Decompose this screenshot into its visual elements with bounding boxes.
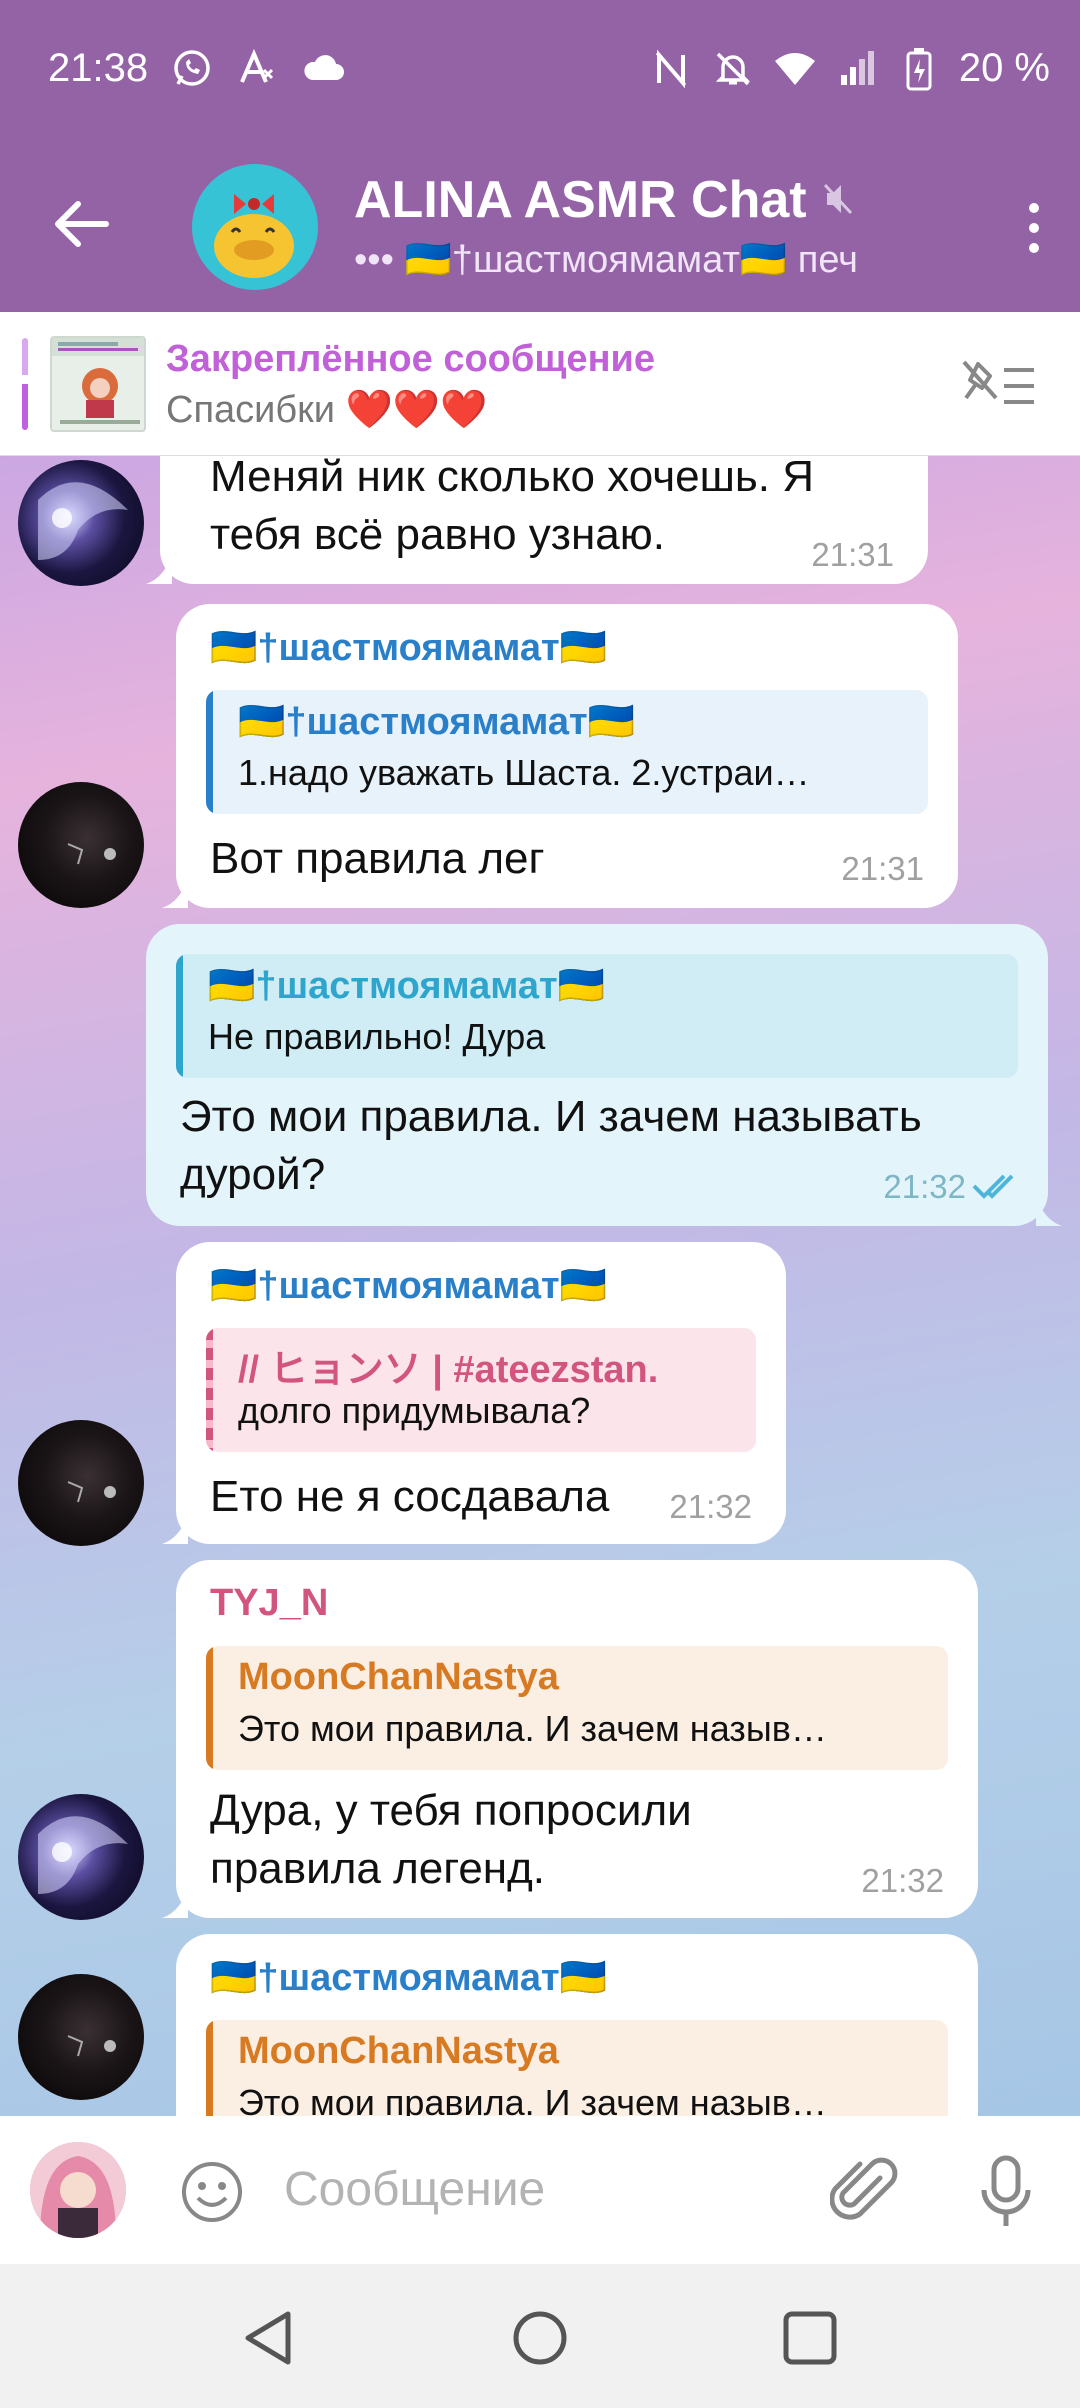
- sender-name[interactable]: 🇺🇦†шастмоямамат🇺🇦: [210, 626, 607, 670]
- reply-text: Это мои правила. И зачем назыв…: [238, 2082, 827, 2116]
- microphone-icon[interactable]: [978, 2154, 1034, 2230]
- emoji-icon[interactable]: [180, 2160, 244, 2224]
- chat-title[interactable]: ALINA ASMR Chat: [354, 170, 853, 230]
- reply-text: Это мои правила. И зачем назыв…: [238, 1708, 827, 1749]
- message-time: 21:31: [811, 536, 894, 573]
- status-time: 21:38: [48, 46, 149, 90]
- chat-title-text: ALINA ASMR Chat: [354, 171, 807, 229]
- pinned-list-icon[interactable]: [960, 358, 1040, 414]
- reply-text: долго придумывала?: [238, 1390, 591, 1431]
- message-bubble[interactable]: Меняй ник сколько хочешь. Я тебя всё рав…: [146, 456, 928, 584]
- sender-avatar[interactable]: [18, 782, 144, 908]
- nfc-icon: [649, 47, 693, 91]
- mute-icon: [711, 47, 755, 91]
- message-time: 21:31: [841, 850, 924, 887]
- reply-text: 1.надо уважать Шаста. 2.устраи…: [238, 752, 810, 793]
- message-text: Ето не я сосдавала: [210, 1472, 610, 1521]
- message-time: 21:32: [861, 1862, 944, 1899]
- message-bubble[interactable]: 🇺🇦†шастмоямамат🇺🇦 MoonChanNastya Это мои…: [176, 1934, 978, 2116]
- attach-icon[interactable]: [829, 2156, 900, 2226]
- bubble-tail: [162, 1888, 188, 1918]
- reply-name: MoonChanNastya: [238, 2030, 559, 2072]
- reply-name: 🇺🇦†шастмоямамат🇺🇦: [208, 965, 605, 1007]
- pinned-thumbnail: [50, 336, 146, 432]
- status-bar: 21:38 20 %: [0, 40, 1080, 104]
- message-text: Дура, у тебя попросили правила легенд.: [210, 1786, 692, 1893]
- bubble-tail: [146, 554, 172, 584]
- reply-name: MoonChanNastya: [238, 1656, 559, 1698]
- back-arrow-icon[interactable]: [50, 192, 114, 256]
- chat-typing-status: ••• 🇺🇦†шастмоямамат🇺🇦 печ: [354, 239, 858, 281]
- translate-icon: [236, 46, 280, 90]
- chat-history[interactable]: Меняй ник сколько хочешь. Я тебя всё рав…: [0, 456, 1080, 2116]
- nav-recents-icon[interactable]: [780, 2308, 840, 2368]
- reply-text: Не правильно! Дура: [208, 1016, 546, 1057]
- pinned-text: Спасибки ❤️❤️❤️: [166, 389, 488, 431]
- pinned-message-bar[interactable]: Закреплённое сообщение Спасибки ❤️❤️❤️: [0, 312, 1080, 456]
- sender-avatar[interactable]: [18, 1974, 144, 2100]
- whatsapp-icon: [170, 46, 214, 90]
- bubble-tail: [1036, 1196, 1062, 1226]
- chat-avatar[interactable]: [192, 164, 318, 290]
- reply-preview[interactable]: 🇺🇦†шастмоямамат🇺🇦 Не правильно! Дура: [176, 954, 1018, 1078]
- outgoing-message-bubble[interactable]: 🇺🇦†шастмоямамат🇺🇦 Не правильно! Дура Это…: [146, 924, 1062, 1226]
- message-input[interactable]: Сообщение: [284, 2162, 545, 2217]
- send-as-avatar[interactable]: [30, 2142, 126, 2238]
- reply-preview[interactable]: 🇺🇦†шастмоямамат🇺🇦 1.надо уважать Шаста. …: [206, 690, 928, 814]
- message-time: 21:32: [883, 1168, 966, 1205]
- cloud-icon: [302, 46, 346, 90]
- signal-icon: [835, 47, 879, 91]
- pinned-title: Закреплённое сообщение: [166, 338, 656, 380]
- message-bubble[interactable]: 🇺🇦†шастмоямамат🇺🇦 // ヒョンソ | #ateezstan. …: [162, 1242, 786, 1544]
- pinned-indicator: [22, 338, 28, 430]
- bubble-tail: [162, 1514, 188, 1544]
- sender-avatar[interactable]: [18, 1794, 144, 1920]
- sender-avatar[interactable]: [18, 1420, 144, 1546]
- app-header: 21:38 20 % ALINA ASMR Chat ••• 🇺🇦†шастмо…: [0, 0, 1080, 312]
- message-bubble[interactable]: 🇺🇦†шастмоямамат🇺🇦 🇺🇦†шастмоямамат🇺🇦 1.на…: [162, 604, 958, 908]
- message-text: Это мои правила. И зачем называть дурой?: [180, 1092, 922, 1199]
- reply-name: // ヒョンソ | #ateezstan.: [238, 1349, 659, 1391]
- battery-percent: 20 %: [958, 46, 1050, 90]
- wifi-icon: [773, 47, 817, 91]
- message-bubble[interactable]: TYJ_N MoonChanNastya Это мои правила. И …: [162, 1560, 978, 1918]
- muted-icon: [823, 170, 853, 230]
- message-time: 21:32: [669, 1488, 752, 1525]
- reply-preview[interactable]: MoonChanNastya Это мои правила. И зачем …: [206, 2020, 948, 2116]
- nav-back-icon[interactable]: [238, 2308, 298, 2368]
- message-text: Меняй ник сколько хочешь. Я тебя всё рав…: [210, 456, 815, 559]
- battery-icon: [897, 47, 941, 91]
- reply-preview[interactable]: // ヒョンソ | #ateezstan. долго придумывала?: [206, 1328, 756, 1452]
- read-double-check-icon: [972, 1174, 1014, 1199]
- more-menu-icon[interactable]: [1018, 196, 1050, 260]
- reply-name: 🇺🇦†шастмоямамат🇺🇦: [238, 701, 635, 743]
- sender-avatar[interactable]: [18, 460, 144, 586]
- reply-preview[interactable]: MoonChanNastya Это мои правила. И зачем …: [206, 1646, 948, 1770]
- sender-name[interactable]: 🇺🇦†шастмоямамат🇺🇦: [210, 1956, 607, 2000]
- message-input-bar: Сообщение: [0, 2116, 1080, 2264]
- sender-name[interactable]: TYJ_N: [210, 1582, 328, 1625]
- nav-home-icon[interactable]: [510, 2308, 570, 2368]
- sender-name[interactable]: 🇺🇦†шастмоямамат🇺🇦: [210, 1264, 607, 1308]
- message-text: Вот правила лег: [210, 834, 545, 883]
- system-nav-bar: [0, 2264, 1080, 2408]
- bubble-tail: [162, 878, 188, 908]
